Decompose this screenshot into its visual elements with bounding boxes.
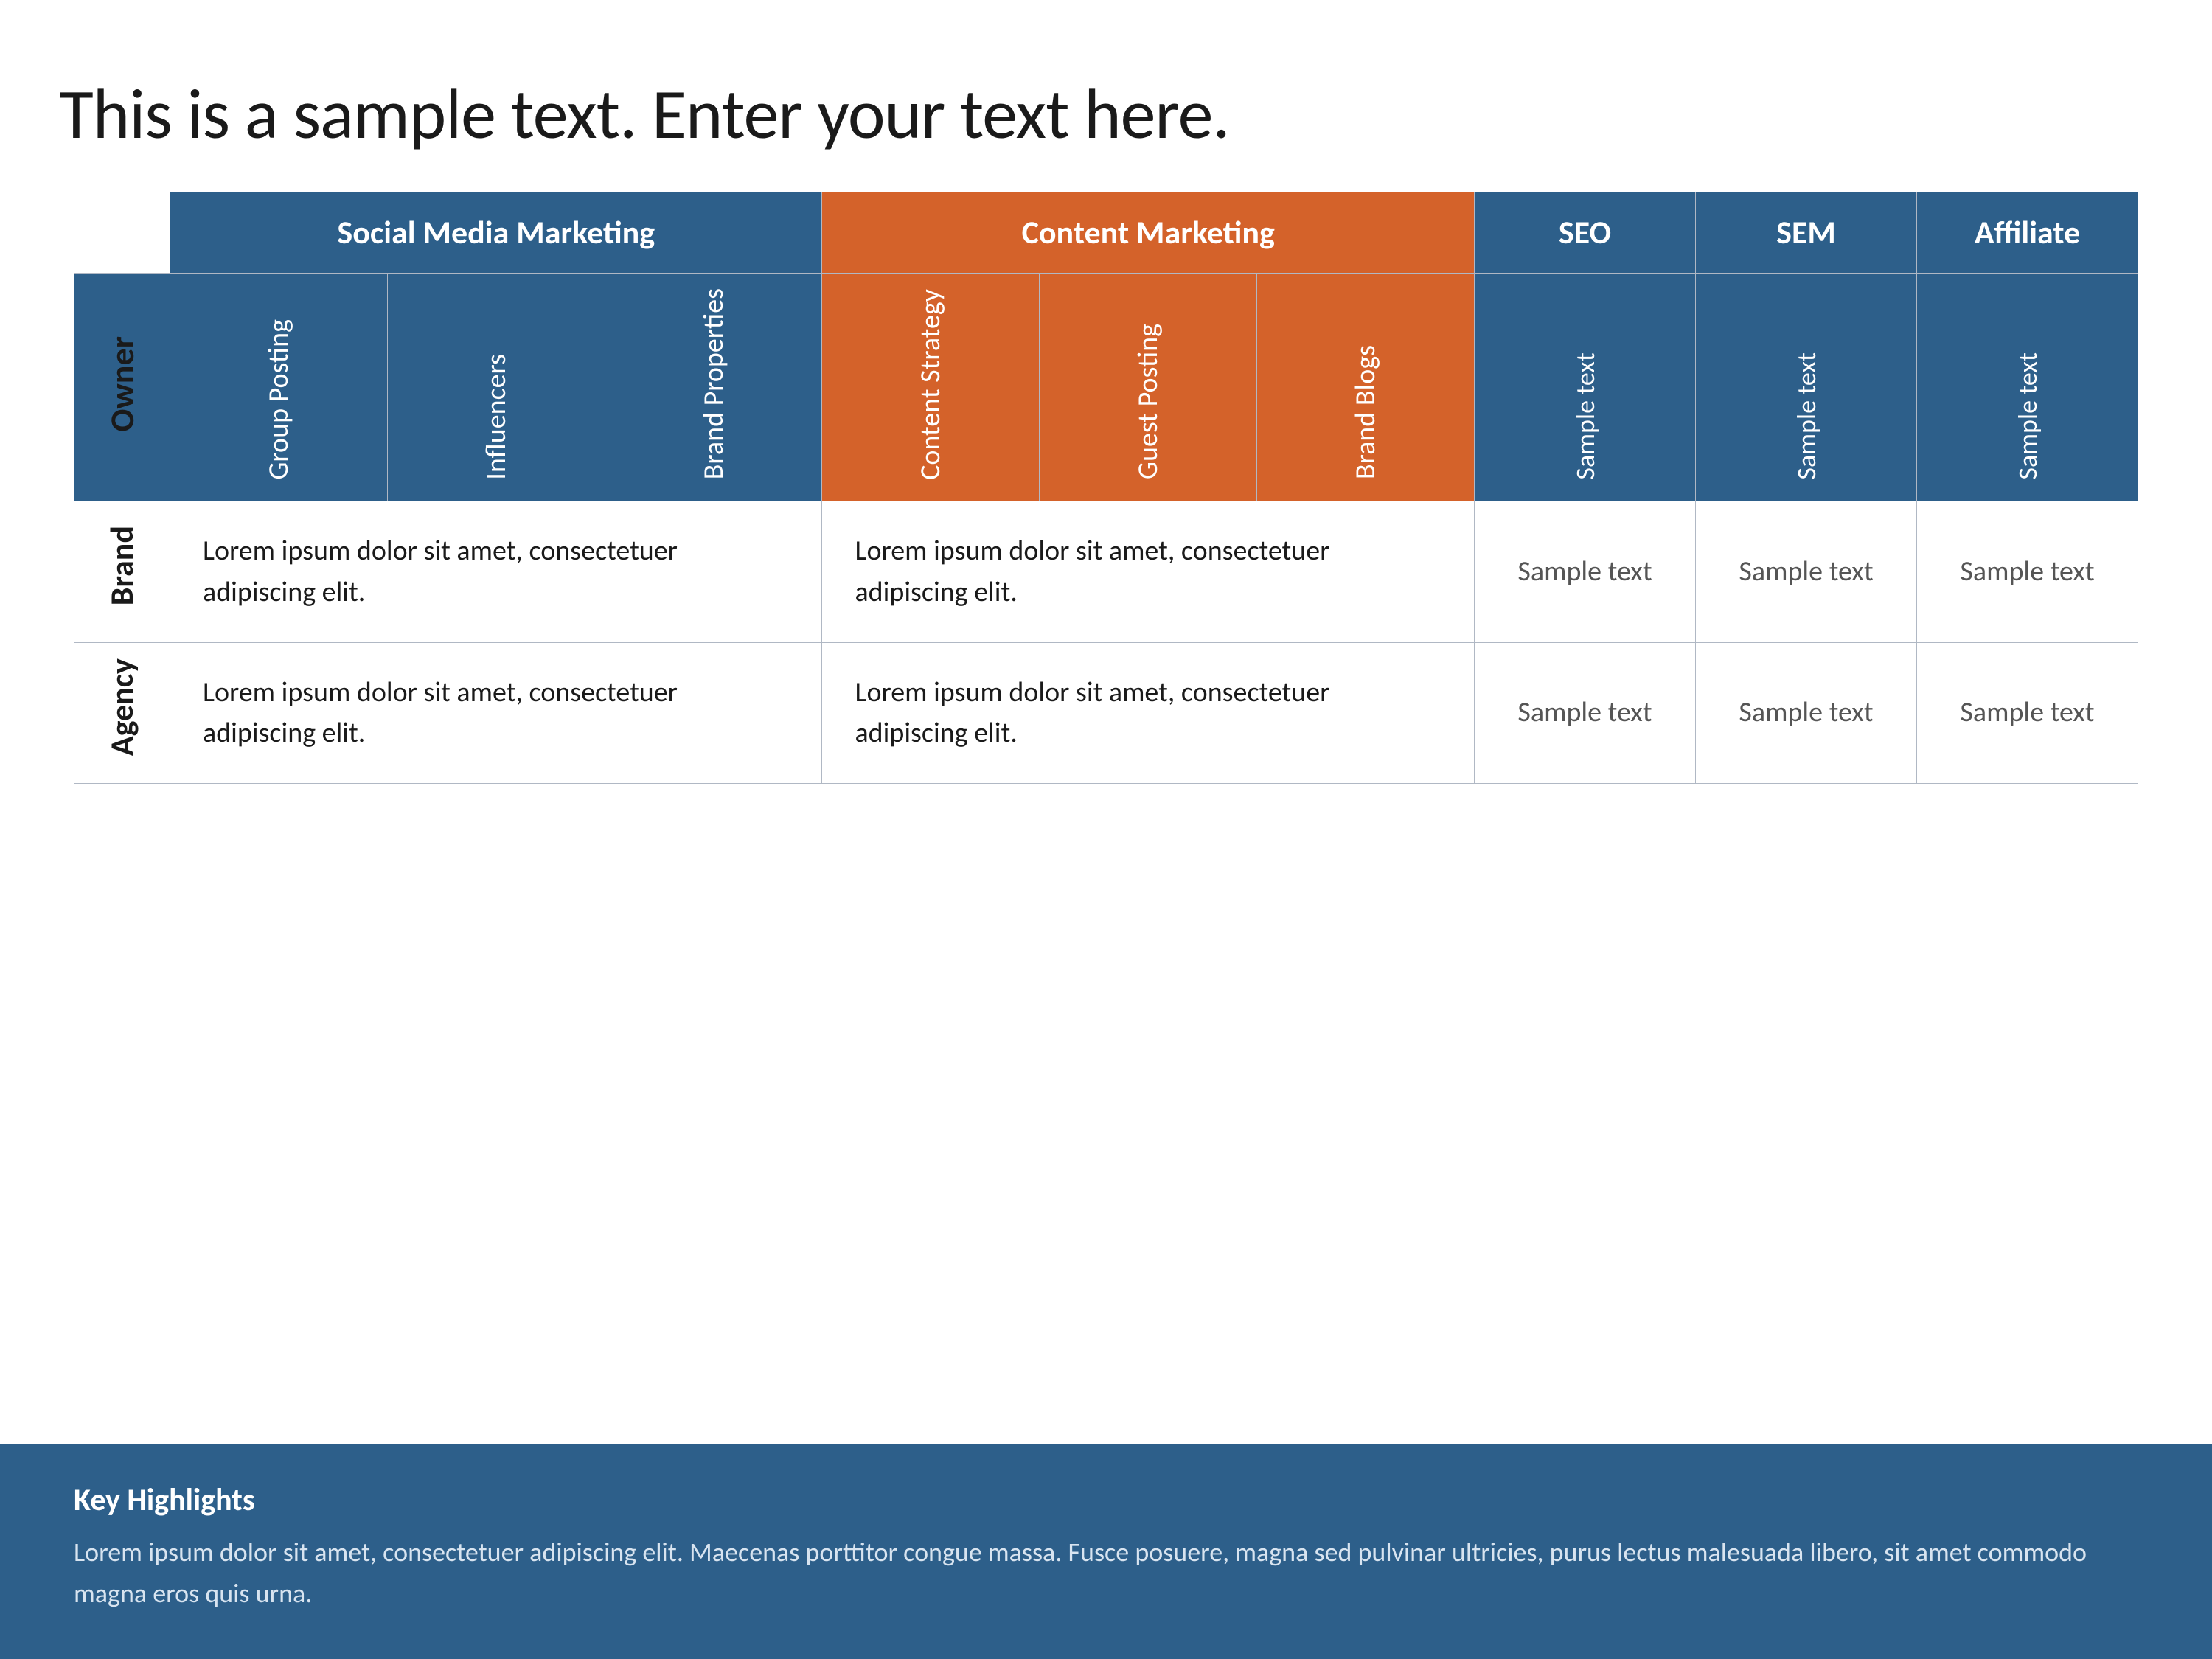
th-empty bbox=[74, 192, 170, 274]
th-content-marketing: Content Marketing bbox=[822, 192, 1475, 274]
subheader-sem: Sample text bbox=[1696, 274, 1917, 501]
brand-affiliate-text: Sample text bbox=[1960, 554, 2094, 588]
th-affiliate: Affiliate bbox=[1917, 192, 2138, 274]
agency-affiliate-text: Sample text bbox=[1960, 695, 2094, 729]
sem-sample-label: Sample text bbox=[1790, 352, 1823, 480]
subheader-seo: Sample text bbox=[1475, 274, 1696, 501]
agency-row: Agency Lorem ipsum dolor sit amet, conse… bbox=[74, 642, 2138, 783]
agency-label-cell: Agency bbox=[74, 642, 170, 783]
footer-title: Key Highlights bbox=[74, 1481, 2138, 1519]
table-section: Social Media Marketing Content Marketing… bbox=[59, 192, 2153, 818]
agency-affiliate-cell: Sample text bbox=[1917, 642, 2138, 783]
brand-sem-text: Sample text bbox=[1739, 554, 1873, 588]
seo-sample-label: Sample text bbox=[1569, 352, 1601, 480]
agency-sem-text: Sample text bbox=[1739, 695, 1873, 729]
agency-sem-cell: Sample text bbox=[1696, 642, 1917, 783]
subheader-influencers: Influencers bbox=[387, 274, 605, 501]
brand-content-cell: Lorem ipsum dolor sit amet, consectetuer… bbox=[822, 501, 1475, 642]
owner-label: Owner bbox=[102, 336, 143, 432]
header-row: Social Media Marketing Content Marketing… bbox=[74, 192, 2138, 274]
agency-seo-text: Sample text bbox=[1517, 695, 1652, 729]
th-social-media: Social Media Marketing bbox=[170, 192, 822, 274]
agency-seo-cell: Sample text bbox=[1475, 642, 1696, 783]
subheader-brand-blogs: Brand Blogs bbox=[1257, 274, 1475, 501]
brand-row: Brand Lorem ipsum dolor sit amet, consec… bbox=[74, 501, 2138, 642]
agency-social-cell: Lorem ipsum dolor sit amet, consectetuer… bbox=[170, 642, 822, 783]
brand-affiliate-cell: Sample text bbox=[1917, 501, 2138, 642]
influencers-label: Influencers bbox=[479, 354, 513, 480]
subheader-guest-posting: Guest Posting bbox=[1040, 274, 1257, 501]
brand-label: Brand bbox=[99, 526, 146, 605]
footer-text: Lorem ipsum dolor sit amet, consectetuer… bbox=[74, 1532, 2138, 1615]
brand-blogs-label: Brand Blogs bbox=[1349, 345, 1382, 479]
content-strategy-label: Content Strategy bbox=[914, 289, 947, 480]
agency-social-text: Lorem ipsum dolor sit amet, consectetuer… bbox=[203, 675, 678, 750]
brand-seo-cell: Sample text bbox=[1475, 501, 1696, 642]
agency-content-cell: Lorem ipsum dolor sit amet, consectetuer… bbox=[822, 642, 1475, 783]
title-section: This is a sample text. Enter your text h… bbox=[59, 44, 2153, 192]
th-sem: SEM bbox=[1696, 192, 1917, 274]
subheader-brand-properties: Brand Properties bbox=[605, 274, 822, 501]
subheader-group-posting: Group Posting bbox=[170, 274, 388, 501]
subheader-affiliate: Sample text bbox=[1917, 274, 2138, 501]
th-seo: SEO bbox=[1475, 192, 1696, 274]
page-title: This is a sample text. Enter your text h… bbox=[59, 74, 2153, 155]
brand-social-cell: Lorem ipsum dolor sit amet, consectetuer… bbox=[170, 501, 822, 642]
brand-content-text: Lorem ipsum dolor sit amet, consectetuer… bbox=[855, 534, 1329, 608]
brand-social-text: Lorem ipsum dolor sit amet, consectetuer… bbox=[203, 534, 678, 608]
brand-label-cell: Brand bbox=[74, 501, 170, 642]
group-posting-label: Group Posting bbox=[262, 319, 296, 480]
agency-content-text: Lorem ipsum dolor sit amet, consectetuer… bbox=[855, 675, 1329, 750]
brand-sem-cell: Sample text bbox=[1696, 501, 1917, 642]
guest-posting-label: Guest Posting bbox=[1131, 324, 1165, 479]
brand-properties-label: Brand Properties bbox=[697, 288, 731, 479]
brand-seo-text: Sample text bbox=[1517, 554, 1652, 588]
affiliate-sample-label: Sample text bbox=[2011, 352, 2044, 480]
main-table: Social Media Marketing Content Marketing… bbox=[74, 192, 2138, 783]
owner-label-cell: Owner bbox=[74, 274, 170, 501]
footer-section: Key Highlights Lorem ipsum dolor sit ame… bbox=[0, 1444, 2212, 1659]
agency-label: Agency bbox=[99, 658, 146, 756]
page-wrapper: This is a sample text. Enter your text h… bbox=[0, 0, 2212, 1659]
subheader-row: Owner Group Posting Influencers Brand Pr… bbox=[74, 274, 2138, 501]
subheader-content-strategy: Content Strategy bbox=[822, 274, 1040, 501]
